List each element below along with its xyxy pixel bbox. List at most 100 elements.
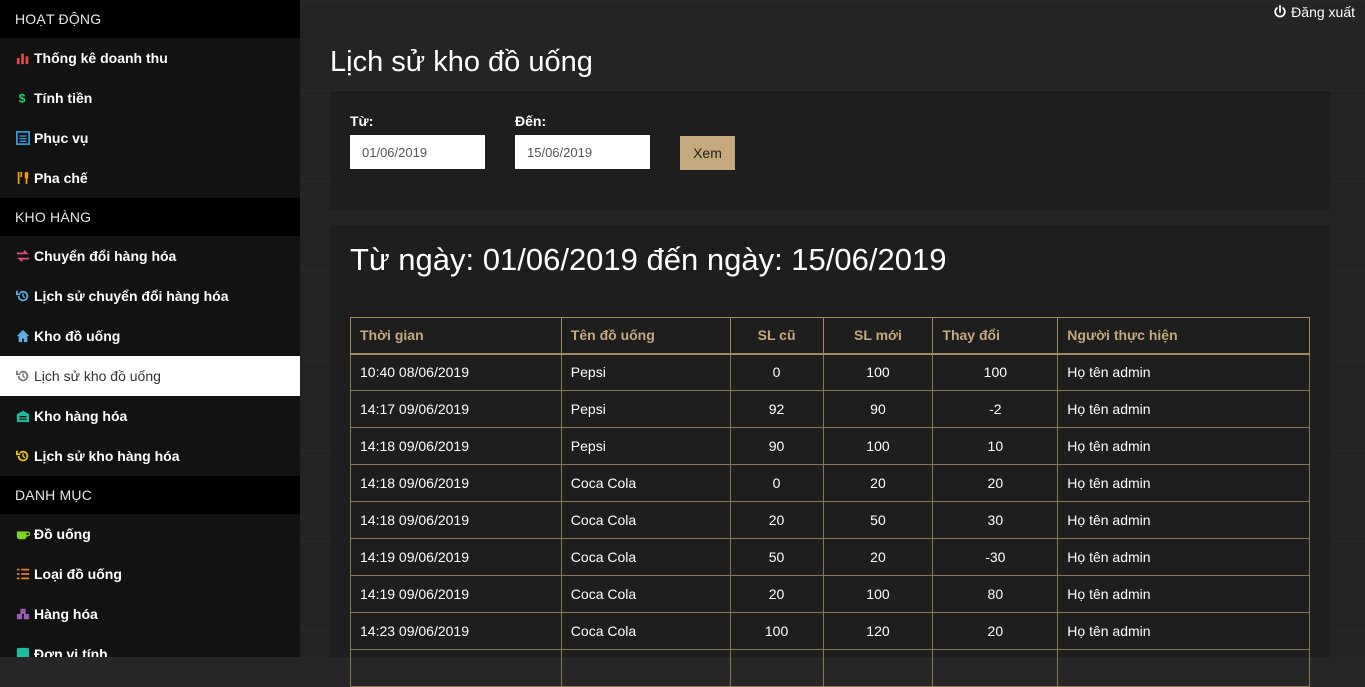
table-cell: 80 xyxy=(932,575,1059,613)
table-row: 14:18 09/06/2019 Pepsi 90 100 10 Họ tên admin xyxy=(350,427,1310,465)
column-header-old-qty: SL cũ xyxy=(729,317,824,354)
sidebar-item[interactable]: Kho đồ uống xyxy=(0,316,300,356)
logout-button[interactable]: Đăng xuất xyxy=(1273,4,1355,20)
result-panel: Từ ngày: 01/06/2019 đến ngày: 15/06/2019… xyxy=(330,225,1330,687)
table-row: 14:18 09/06/2019 Coca Cola 0 20 20 Họ tên adm… xyxy=(350,464,1310,502)
sidebar-section-header: HOẠT ĐỘNG xyxy=(0,0,300,38)
table-cell: 100 xyxy=(729,612,824,650)
sidebar-item[interactable]: Đồ uống xyxy=(0,514,300,554)
table-cell: 100 xyxy=(822,575,934,613)
table-cell: 100 xyxy=(822,353,934,391)
sidebar-item-label: Loại đồ uống xyxy=(34,566,122,582)
table-cell: Pepsi xyxy=(560,390,731,428)
sidebar-item[interactable]: $ Tính tiền xyxy=(0,78,300,118)
sidebar-item[interactable]: Chuyển đổi hàng hóa xyxy=(0,236,300,276)
to-date-input[interactable] xyxy=(515,135,650,169)
svg-text:$: $ xyxy=(19,91,26,105)
sidebar-item[interactable]: Pha chế xyxy=(0,158,300,198)
history-icon xyxy=(15,288,31,304)
table-cell: -30 xyxy=(932,538,1059,576)
table-cell: Pepsi xyxy=(560,427,731,465)
sidebar-item[interactable]: Lịch sử chuyển đổi hàng hóa xyxy=(0,276,300,316)
sidebar-section-header: DANH MỤC xyxy=(0,476,300,514)
sidebar-item[interactable]: Hàng hóa xyxy=(0,594,300,634)
sidebar-item-label: Phục vụ xyxy=(34,130,89,146)
table-cell: 14:23 09/06/2019 xyxy=(350,612,562,650)
table-row: 10:40 08/06/2019 Pepsi 0 100 100 Họ tên admin xyxy=(350,353,1310,391)
to-field: Đến: xyxy=(515,113,650,169)
sidebar-item-label: Đồ uống xyxy=(34,526,91,542)
table-cell: 10 xyxy=(932,427,1059,465)
table-row xyxy=(350,649,1310,687)
sidebar-item-label: Hàng hóa xyxy=(34,606,98,622)
sidebar-section-header: KHO HÀNG xyxy=(0,198,300,236)
sidebar-item-label: Kho hàng hóa xyxy=(34,408,128,424)
table-row: 14:19 09/06/2019 Coca Cola 20 100 80 Họ tên a… xyxy=(350,575,1310,613)
table-row: 14:18 09/06/2019 Coca Cola 20 50 30 Họ tên ad… xyxy=(350,501,1310,539)
history-icon xyxy=(15,448,31,464)
table-cell: 14:19 09/06/2019 xyxy=(350,538,562,576)
utensils-icon xyxy=(15,170,31,186)
table-cell: 90 xyxy=(729,427,824,465)
unit-icon xyxy=(15,646,31,657)
sidebar: HOẠT ĐỘNG Thống kê doanh thu $ Tính tiền Phụ… xyxy=(0,0,300,657)
to-label: Đến: xyxy=(515,113,547,129)
table-cell xyxy=(1057,649,1310,687)
power-icon xyxy=(1274,5,1286,18)
column-header-user: Người thực hiện xyxy=(1057,317,1310,354)
table-cell: 30 xyxy=(932,501,1059,539)
table-cell: 20 xyxy=(822,464,934,502)
sidebar-item-label: Thống kê doanh thu xyxy=(34,50,168,66)
table-cell: 0 xyxy=(729,353,824,391)
boxes-icon xyxy=(15,606,31,622)
table-cell xyxy=(560,649,731,687)
table-cell: Họ tên admin xyxy=(1057,538,1310,576)
logout-label[interactable]: Đăng xuất xyxy=(1291,4,1355,20)
table-cell: Họ tên admin xyxy=(1057,501,1310,539)
sidebar-item[interactable]: Loại đồ uống xyxy=(0,554,300,594)
coffee-icon xyxy=(15,526,31,542)
table-cell: Họ tên admin xyxy=(1057,427,1310,465)
sidebar-item[interactable]: Phục vụ xyxy=(0,118,300,158)
column-header-change: Thay đổi xyxy=(932,317,1059,354)
sidebar-item-label: Lịch sử kho hàng hóa xyxy=(34,448,180,464)
table-cell: Họ tên admin xyxy=(1057,390,1310,428)
table-cell: 120 xyxy=(822,612,934,650)
table-cell: 0 xyxy=(729,464,824,502)
table-cell: 20 xyxy=(822,538,934,576)
column-header-drink: Tên đồ uống xyxy=(560,317,731,354)
table-cell: 100 xyxy=(932,353,1059,391)
sidebar-item[interactable]: Lịch sử kho hàng hóa xyxy=(0,436,300,476)
table-cell: Coca Cola xyxy=(560,501,731,539)
sidebar-item[interactable]: Lịch sử kho đồ uống xyxy=(0,356,300,396)
column-header-time: Thời gian xyxy=(350,317,562,354)
table-cell: 14:18 09/06/2019 xyxy=(350,501,562,539)
sidebar-item[interactable]: Thống kê doanh thu xyxy=(0,38,300,78)
sidebar-item-label: Đơn vị tính xyxy=(34,646,108,657)
table-cell xyxy=(350,649,562,687)
table-cell: Họ tên admin xyxy=(1057,464,1310,502)
dollar-icon: $ xyxy=(15,90,31,106)
view-button[interactable]: Xem xyxy=(680,136,735,170)
result-title: Từ ngày: 01/06/2019 đến ngày: 15/06/2019 xyxy=(350,242,947,277)
table-cell: 14:18 09/06/2019 xyxy=(350,464,562,502)
sidebar-item[interactable]: Đơn vị tính xyxy=(0,634,300,657)
bar-chart-icon xyxy=(15,50,31,66)
table-cell: Họ tên admin xyxy=(1057,575,1310,613)
table-row: 14:17 09/06/2019 Pepsi 92 90 -2 Họ tên admin xyxy=(350,390,1310,428)
sidebar-item[interactable]: Kho hàng hóa xyxy=(0,396,300,436)
history-icon xyxy=(15,368,31,384)
exchange-icon xyxy=(15,248,31,264)
table-cell: Pepsi xyxy=(560,353,731,391)
table-cell: 10:40 08/06/2019 xyxy=(350,353,562,391)
table-cell: Họ tên admin xyxy=(1057,612,1310,650)
from-date-input[interactable] xyxy=(350,135,485,169)
table-cell: -2 xyxy=(932,390,1059,428)
from-label: Từ: xyxy=(350,113,374,129)
sidebar-item-label: Lịch sử kho đồ uống xyxy=(34,368,161,384)
sidebar-item-label: Tính tiền xyxy=(34,90,93,106)
home-icon xyxy=(15,328,31,344)
list-ul-icon xyxy=(15,566,31,582)
table-cell: Coca Cola xyxy=(560,538,731,576)
main-content: Đăng xuất Lịch sử kho đồ uống Từ: Đến: X… xyxy=(300,0,1365,687)
